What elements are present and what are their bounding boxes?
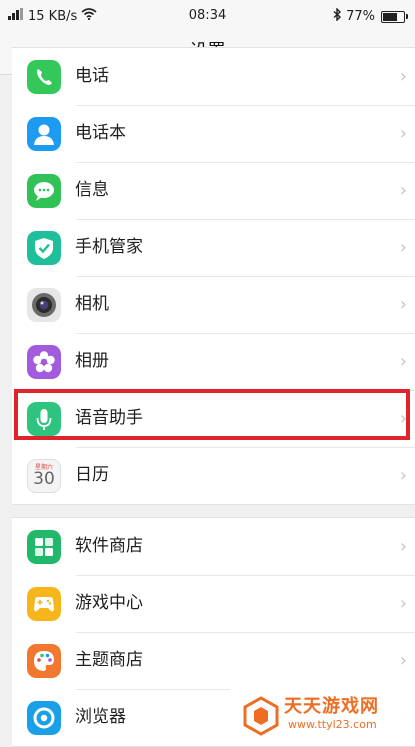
battery-fill [383,12,397,21]
shield-icon [27,231,61,265]
chevron-right-icon: › [399,237,407,258]
battery-icon [381,10,408,23]
calendar-icon: 星期六 30 [27,459,61,493]
settings-item-label: 电话本 [75,123,126,143]
camera-icon [27,288,61,322]
settings-item-phone[interactable]: 电话 › [12,48,415,105]
microphone-icon [27,402,61,436]
settings-item-voice-assistant[interactable]: 语音助手 › [12,390,415,447]
chevron-right-icon: › [399,465,407,486]
chevron-right-icon: › [399,180,407,201]
settings-item-messages[interactable]: 信息 › [12,162,415,219]
phone-icon [27,60,61,94]
bluetooth-icon [333,7,342,25]
messages-icon [27,174,61,208]
status-bar: 15 KB/s 08:34 77% [0,0,415,30]
chevron-right-icon: › [399,66,407,87]
settings-item-label: 电话 [75,66,109,86]
settings-item-camera[interactable]: 相机 › [12,276,415,333]
watermark-url: www.ttyl23.com [288,718,377,731]
settings-item-label: 游戏中心 [75,593,143,613]
chevron-right-icon: › [399,123,407,144]
chevron-right-icon: › [399,408,407,429]
chevron-right-icon: › [399,351,407,372]
chevron-right-icon: › [399,650,407,671]
battery-percent: 77% [346,9,375,24]
settings-item-label: 手机管家 [75,237,143,257]
settings-item-label: 相机 [75,294,109,314]
settings-item-label: 浏览器 [75,707,126,727]
watermark-name: 天天游戏网 [284,696,379,717]
settings-item-label: 语音助手 [75,408,143,428]
settings-item-gallery[interactable]: 相册 › [12,333,415,390]
settings-item-label: 主题商店 [75,650,143,670]
settings-item-phone-manager[interactable]: 手机管家 › [12,219,415,276]
settings-group-apps: 电话 › 电话本 › 信息 › 手机管家 › 相机 › 相册 › 语音助手 › … [12,47,415,505]
settings-item-label: 相册 [75,351,109,371]
settings-item-label: 信息 [75,180,109,200]
chevron-right-icon: › [399,593,407,614]
settings-item-game-center[interactable]: 游戏中心 › [12,575,415,632]
chevron-right-icon: › [399,294,407,315]
contacts-icon [27,117,61,151]
palette-icon [27,644,61,678]
gamepad-icon [27,587,61,621]
settings-item-app-store[interactable]: 软件商店 › [12,518,415,575]
browser-icon [27,701,61,735]
settings-item-label: 日历 [75,465,109,485]
watermark: 天天游戏网 www.ttyl23.com [230,686,415,745]
settings-item-theme-store[interactable]: 主题商店 › [12,632,415,689]
settings-item-calendar[interactable]: 星期六 30 日历 › [12,447,415,504]
watermark-logo-icon [242,696,280,740]
app-store-icon [27,530,61,564]
gallery-icon [27,345,61,379]
settings-item-label: 软件商店 [75,536,143,556]
settings-item-contacts[interactable]: 电话本 › [12,105,415,162]
chevron-right-icon: › [399,536,407,557]
status-right: 77% [333,7,408,25]
calendar-day: 30 [33,469,55,489]
